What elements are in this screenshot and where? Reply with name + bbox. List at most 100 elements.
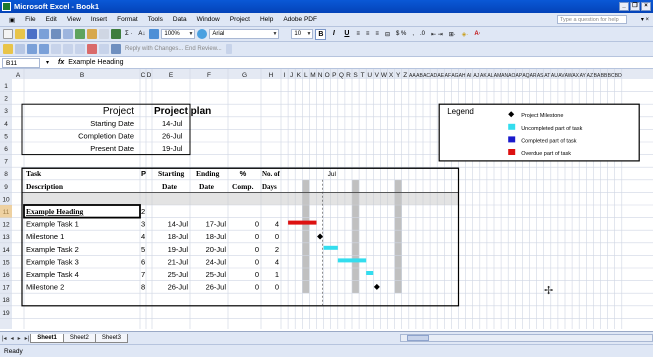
align-center-icon[interactable]: ≡ [364, 31, 372, 37]
font-color-icon[interactable]: A· [472, 31, 482, 37]
first-sheet-icon[interactable]: |◂ [0, 335, 9, 342]
menu-bar: ▣ File Edit View Insert Format Tools Dat… [0, 13, 653, 27]
research-icon[interactable] [87, 29, 97, 39]
scroll-thumb[interactable] [407, 335, 429, 341]
row-header: 18 [2, 297, 10, 304]
new-icon[interactable] [3, 29, 13, 39]
menu-help[interactable]: Help [255, 16, 278, 23]
column-header: AL [487, 73, 493, 79]
menu-data[interactable]: Data [168, 16, 192, 23]
menu-edit[interactable]: Edit [41, 16, 62, 23]
next-comment-icon[interactable] [63, 44, 73, 54]
task-start-date: 14-Jul [168, 220, 189, 229]
horizontal-scrollbar[interactable] [400, 334, 653, 342]
prev-sheet-icon[interactable]: ◂ [9, 335, 16, 342]
save-icon[interactable] [27, 29, 37, 39]
bold-button[interactable]: B [315, 28, 327, 40]
row-header: 8 [4, 171, 8, 178]
help-search-input[interactable]: Type a question for help [557, 15, 627, 24]
delete-comment-icon[interactable] [87, 44, 97, 54]
minimize-button[interactable]: _ [619, 2, 629, 11]
column-header: S [353, 72, 358, 79]
underline-button[interactable]: U [341, 29, 352, 40]
menu-project[interactable]: Project [225, 16, 255, 23]
previous-comment-icon[interactable] [75, 44, 85, 54]
task-name: Example Task 4 [26, 270, 79, 279]
menu-window[interactable]: Window [192, 16, 225, 23]
open-file-icon[interactable] [3, 44, 13, 54]
tab-sheet2[interactable]: Sheet2 [62, 333, 96, 343]
workbook-icon[interactable]: ▣ [4, 16, 20, 24]
column-header: BD [615, 73, 622, 79]
italic-button[interactable]: I [328, 29, 339, 40]
gantt-task-bar [288, 220, 317, 225]
autosum-icon[interactable]: Σ · [123, 31, 134, 37]
fill-color-icon[interactable]: ◈· [460, 31, 471, 38]
worksheet-grid[interactable]: A B C D E F G H I J K L M N O P Q R S T U V W X Y Z AA AB AC AD AE AF AG… [0, 69, 653, 329]
task-days: 0 [275, 283, 279, 292]
help-icon[interactable] [197, 29, 208, 39]
align-left-icon[interactable]: ≡ [354, 31, 362, 37]
show-comment-icon[interactable] [99, 44, 109, 54]
borders-icon[interactable]: ⊞· [447, 31, 458, 38]
task-days: 2 [275, 245, 279, 254]
decimal-icon[interactable]: .0 [418, 31, 427, 37]
copy-icon[interactable] [15, 44, 25, 54]
cell-grid[interactable]: A B C D E F G H I J K L M N O P Q R S T U V W X Y Z AA AB AC AD AE AF AG… [0, 69, 653, 329]
task-name: Milestone 1 [26, 232, 64, 241]
formula-input[interactable]: Example Heading [68, 59, 123, 66]
chart-wizard-icon[interactable] [149, 29, 160, 39]
spelling-icon[interactable] [75, 29, 85, 39]
font-select[interactable]: Arial [209, 29, 280, 39]
hyperlink-icon[interactable] [111, 29, 121, 39]
zoom-select[interactable]: 100% [161, 29, 196, 39]
indent-icon[interactable]: ⇤ ⇥ [429, 31, 445, 38]
comma-icon[interactable]: , [410, 31, 416, 37]
toolbar-options-icon[interactable] [225, 44, 232, 54]
restore-button[interactable]: ❐ [630, 2, 640, 11]
menu-view[interactable]: View [62, 16, 86, 23]
column-header: G [242, 72, 247, 79]
starting-date-label: Starting Date [90, 119, 134, 128]
insert-function-icon[interactable]: fx [58, 59, 64, 66]
present-date-label: Present Date [90, 144, 134, 153]
merge-center-icon[interactable]: ⊟ [383, 31, 392, 38]
menu-insert[interactable]: Insert [86, 16, 112, 23]
open-icon[interactable] [15, 29, 25, 39]
row-header: 17 [2, 285, 10, 292]
font-size-select[interactable]: 10 [291, 29, 314, 39]
workbook-close-icon[interactable]: ▾ × [641, 16, 649, 23]
undo-icon[interactable] [99, 29, 109, 39]
menu-tools[interactable]: Tools [143, 16, 168, 23]
paste-icon[interactable] [27, 44, 37, 54]
next-sheet-icon[interactable]: ▸ [16, 335, 23, 342]
row-header: 5 [4, 133, 8, 140]
task-start-date: 25-Jul [168, 270, 189, 279]
header-starting: Starting [158, 169, 185, 178]
menu-file[interactable]: File [20, 16, 40, 23]
column-header: AM [494, 73, 502, 79]
permission-icon[interactable] [39, 29, 49, 39]
header-days: Days [262, 183, 277, 191]
align-right-icon[interactable]: ≡ [373, 31, 381, 37]
comment-icon[interactable] [39, 44, 49, 54]
track-changes-icon[interactable] [51, 44, 61, 54]
menu-adobe-pdf[interactable]: Adobe PDF [278, 16, 322, 23]
print-icon[interactable] [51, 29, 61, 39]
sort-icon[interactable]: A↓ [136, 31, 147, 37]
tab-sheet1[interactable]: Sheet1 [30, 333, 64, 343]
standard-toolbar: Σ · A↓ 100% Arial 10 B I U ≡ ≡ ≡ ⊟ $ % ,… [0, 27, 653, 42]
close-button[interactable]: × [641, 2, 651, 11]
tab-sheet3[interactable]: Sheet3 [94, 333, 128, 343]
column-header: AJ [473, 73, 479, 79]
row-header: 3 [4, 108, 8, 115]
ink-icon[interactable] [111, 44, 121, 54]
currency-icon[interactable]: $ % [394, 31, 408, 37]
column-header: W [381, 72, 388, 79]
starting-date-value: 14-Jul [162, 119, 183, 128]
menu-format[interactable]: Format [112, 16, 143, 23]
reviewing-actions[interactable]: Reply with Changes... End Review... [123, 46, 224, 52]
print-preview-icon[interactable] [63, 29, 73, 39]
name-box[interactable]: B11 [2, 57, 49, 68]
completion-date-value: 26-Jul [162, 131, 183, 140]
